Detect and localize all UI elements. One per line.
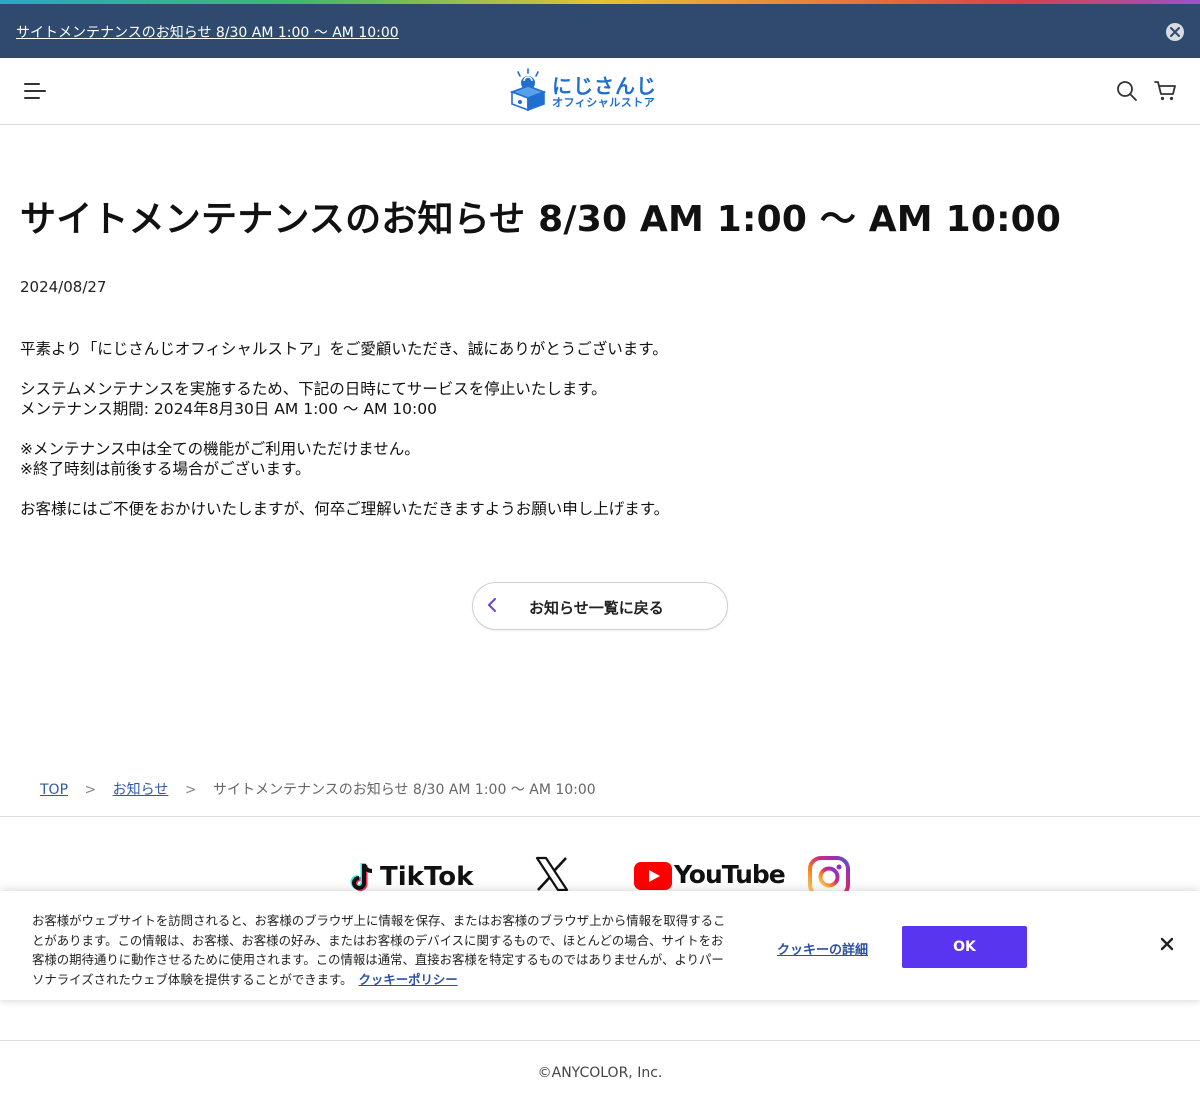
back-to-news-button[interactable]: お知らせ一覧に戻る [472,582,728,630]
tiktok-wordmark: TikTok [380,862,474,892]
cart-icon[interactable] [1154,80,1178,106]
body-line: ※終了時刻は前後する場合がございます。 [20,460,311,478]
cookie-close-icon[interactable] [1160,936,1174,955]
breadcrumb-separator: > [84,782,97,798]
cookie-banner-text: お客様がウェブサイトを訪問されると、お客様のブラウザ上に情報を保存、またはお客様… [32,911,732,989]
search-icon[interactable] [1116,80,1138,106]
x-link[interactable] [534,856,574,896]
youtube-wordmark: YouTube [674,860,786,889]
breadcrumb-separator: > [184,782,197,798]
close-icon [1170,27,1180,37]
logo-box-icon [509,68,547,112]
site-header: にじさんじ オフィシャルストア [0,58,1200,125]
breadcrumb-current: サイトメンテナンスのお知らせ 8/30 AM 1:00 〜 AM 10:00 [213,782,596,798]
body-line: メンテナンス期間: 2024年8月30日 AM 1:00 〜 AM 10:00 [20,400,437,418]
cookie-details-link[interactable]: クッキーの詳細 [777,939,868,958]
youtube-link[interactable]: YouTube [634,858,786,894]
breadcrumb-news-link[interactable]: お知らせ [113,782,169,798]
cookie-consent-banner: お客様がウェブサイトを訪問されると、お客様のブラウザ上に情報を保存、またはお客様… [0,891,1200,1000]
back-button-label: お知らせ一覧に戻る [529,599,664,617]
breadcrumb-top-link[interactable]: TOP [40,782,68,798]
announcement-close-button[interactable] [1166,23,1184,41]
body-line: お客様にはご不便をおかけいたしますが、何卒ご理解いただきますようお願い申し上げま… [20,500,670,518]
tiktok-icon [350,863,373,891]
footer-divider [0,816,1200,817]
breadcrumb: TOP > お知らせ > サイトメンテナンスのお知らせ 8/30 AM 1:00… [40,779,596,799]
site-logo[interactable]: にじさんじ オフィシャルストア [508,68,670,114]
hamburger-menu-icon[interactable] [24,82,46,104]
cookie-ok-button[interactable]: OK [902,926,1027,968]
body-line: ※メンテナンス中は全ての機能がご利用いただけません。 [20,440,420,458]
chevron-left-icon [488,598,496,612]
copyright-divider [0,1040,1200,1041]
copyright: ©ANYCOLOR, Inc. [537,1065,663,1081]
body-line: システムメンテナンスを実施するため、下記の日時にてサービスを停止いたします。 [20,380,607,398]
announcement-bar: サイトメンテナンスのお知らせ 8/30 AM 1:00 〜 AM 10:00 [0,4,1200,58]
announcement-link[interactable]: サイトメンテナンスのお知らせ 8/30 AM 1:00 〜 AM 10:00 [16,22,399,42]
body-line: 平素より「にじさんじオフィシャルストア」をご愛顧いただき、誠にありがとうございま… [20,340,668,358]
post-date: 2024/08/27 [20,278,107,296]
article-body: 平素より「にじさんじオフィシャルストア」をご愛顧いただき、誠にありがとうございま… [20,339,669,519]
cookie-policy-link[interactable]: クッキーポリシー [359,972,458,987]
youtube-icon [634,862,672,890]
logo-subtitle: オフィシャルストア [552,96,656,109]
tiktok-link[interactable]: TikTok [350,850,480,894]
page-title: サイトメンテナンスのお知らせ 8/30 AM 1:00 〜 AM 10:00 [20,199,1062,240]
x-icon [535,856,569,892]
